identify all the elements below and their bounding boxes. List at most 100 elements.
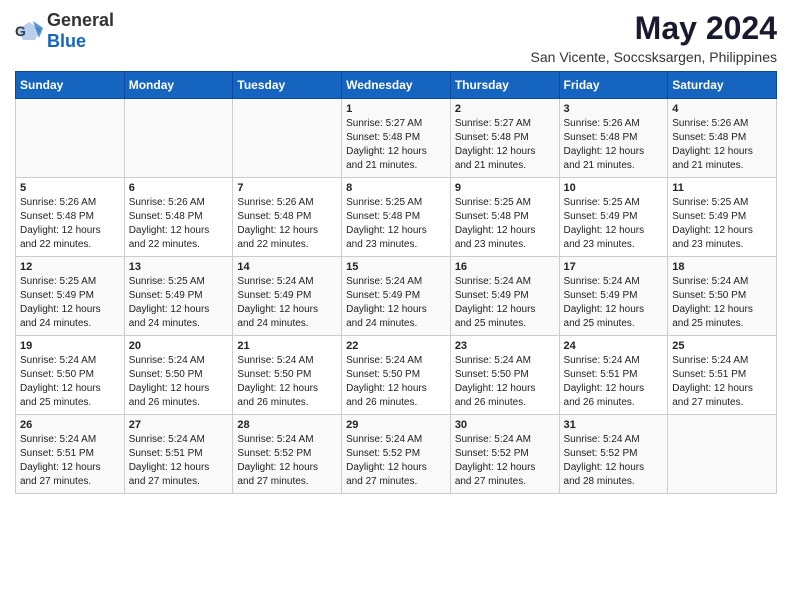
day-content: Sunrise: 5:24 AM Sunset: 5:52 PM Dayligh… (346, 433, 446, 489)
calendar-cell (668, 415, 777, 494)
day-number: 7 (237, 182, 337, 194)
day-content: Sunrise: 5:25 AM Sunset: 5:49 PM Dayligh… (672, 196, 772, 252)
day-content: Sunrise: 5:26 AM Sunset: 5:48 PM Dayligh… (564, 117, 664, 173)
day-content: Sunrise: 5:24 AM Sunset: 5:50 PM Dayligh… (346, 354, 446, 410)
day-content: Sunrise: 5:25 AM Sunset: 5:49 PM Dayligh… (564, 196, 664, 252)
day-number: 6 (129, 182, 229, 194)
day-content: Sunrise: 5:24 AM Sunset: 5:50 PM Dayligh… (129, 354, 229, 410)
day-header-saturday: Saturday (668, 72, 777, 99)
calendar-cell: 7 Sunrise: 5:26 AM Sunset: 5:48 PM Daylig… (233, 178, 342, 257)
calendar-cell: 23 Sunrise: 5:24 AM Sunset: 5:50 PM Dayli… (450, 336, 559, 415)
calendar-header-row: SundayMondayTuesdayWednesdayThursdayFrid… (16, 72, 777, 99)
day-number: 21 (237, 340, 337, 352)
day-content: Sunrise: 5:26 AM Sunset: 5:48 PM Dayligh… (129, 196, 229, 252)
calendar-cell: 20 Sunrise: 5:24 AM Sunset: 5:50 PM Dayli… (124, 336, 233, 415)
calendar-cell: 29 Sunrise: 5:24 AM Sunset: 5:52 PM Dayli… (342, 415, 451, 494)
day-number: 17 (564, 261, 664, 273)
logo-text: General Blue (47, 10, 114, 52)
calendar-cell: 30 Sunrise: 5:24 AM Sunset: 5:52 PM Dayli… (450, 415, 559, 494)
calendar-cell: 31 Sunrise: 5:24 AM Sunset: 5:52 PM Dayli… (559, 415, 668, 494)
day-content: Sunrise: 5:24 AM Sunset: 5:49 PM Dayligh… (237, 275, 337, 331)
calendar-cell: 11 Sunrise: 5:25 AM Sunset: 5:49 PM Dayli… (668, 178, 777, 257)
calendar-cell: 26Sunrise: 5:24 AM Sunset: 5:51 PM Dayli… (16, 415, 125, 494)
day-header-thursday: Thursday (450, 72, 559, 99)
day-number: 16 (455, 261, 555, 273)
calendar-cell: 10 Sunrise: 5:25 AM Sunset: 5:49 PM Dayli… (559, 178, 668, 257)
day-number: 3 (564, 103, 664, 115)
day-header-monday: Monday (124, 72, 233, 99)
calendar-cell: 8Sunrise: 5:25 AM Sunset: 5:48 PM Daylig… (342, 178, 451, 257)
page-header: G General Blue May 2024 San Vicente, Soc… (15, 10, 777, 65)
day-number: 9 (455, 182, 555, 194)
calendar-week-5: 26Sunrise: 5:24 AM Sunset: 5:51 PM Dayli… (16, 415, 777, 494)
day-content: Sunrise: 5:26 AM Sunset: 5:48 PM Dayligh… (237, 196, 337, 252)
day-content: Sunrise: 5:24 AM Sunset: 5:52 PM Dayligh… (237, 433, 337, 489)
day-content: Sunrise: 5:26 AM Sunset: 5:48 PM Dayligh… (20, 196, 120, 252)
day-header-sunday: Sunday (16, 72, 125, 99)
calendar-cell: 12 Sunrise: 5:25 AM Sunset: 5:49 PM Dayli… (16, 257, 125, 336)
logo-general: General (47, 10, 114, 30)
day-content: Sunrise: 5:27 AM Sunset: 5:48 PM Dayligh… (346, 117, 446, 173)
subtitle: San Vicente, Soccsksargen, Philippines (531, 49, 777, 65)
calendar-week-3: 12 Sunrise: 5:25 AM Sunset: 5:49 PM Dayli… (16, 257, 777, 336)
day-content: Sunrise: 5:25 AM Sunset: 5:49 PM Dayligh… (20, 275, 120, 331)
calendar-week-2: 5 Sunrise: 5:26 AM Sunset: 5:48 PM Daylig… (16, 178, 777, 257)
day-content: Sunrise: 5:25 AM Sunset: 5:49 PM Dayligh… (129, 275, 229, 331)
day-content: Sunrise: 5:24 AM Sunset: 5:52 PM Dayligh… (455, 433, 555, 489)
logo-blue: Blue (47, 31, 86, 51)
calendar-cell: 17 Sunrise: 5:24 AM Sunset: 5:49 PM Dayli… (559, 257, 668, 336)
calendar-cell: 3 Sunrise: 5:26 AM Sunset: 5:48 PM Daylig… (559, 99, 668, 178)
calendar-cell: 6 Sunrise: 5:26 AM Sunset: 5:48 PM Daylig… (124, 178, 233, 257)
calendar-cell: 4 Sunrise: 5:26 AM Sunset: 5:48 PM Daylig… (668, 99, 777, 178)
day-number: 13 (129, 261, 229, 273)
calendar-cell: 15 Sunrise: 5:24 AM Sunset: 5:49 PM Dayli… (342, 257, 451, 336)
day-content: Sunrise: 5:27 AM Sunset: 5:48 PM Dayligh… (455, 117, 555, 173)
day-number: 14 (237, 261, 337, 273)
calendar-cell (233, 99, 342, 178)
day-number: 24 (564, 340, 664, 352)
day-number: 4 (672, 103, 772, 115)
day-content: Sunrise: 5:24 AM Sunset: 5:49 PM Dayligh… (346, 275, 446, 331)
day-content: Sunrise: 5:24 AM Sunset: 5:50 PM Dayligh… (455, 354, 555, 410)
day-number: 25 (672, 340, 772, 352)
calendar-cell: 1 Sunrise: 5:27 AM Sunset: 5:48 PM Daylig… (342, 99, 451, 178)
day-number: 1 (346, 103, 446, 115)
calendar-cell: 5 Sunrise: 5:26 AM Sunset: 5:48 PM Daylig… (16, 178, 125, 257)
day-number: 27 (129, 419, 229, 431)
calendar-cell: 2 Sunrise: 5:27 AM Sunset: 5:48 PM Daylig… (450, 99, 559, 178)
main-title: May 2024 (531, 10, 777, 47)
calendar-cell (16, 99, 125, 178)
day-content: Sunrise: 5:25 AM Sunset: 5:48 PM Dayligh… (455, 196, 555, 252)
day-number: 20 (129, 340, 229, 352)
day-number: 2 (455, 103, 555, 115)
day-content: Sunrise: 5:24 AM Sunset: 5:52 PM Dayligh… (564, 433, 664, 489)
day-number: 23 (455, 340, 555, 352)
day-number: 29 (346, 419, 446, 431)
day-content: Sunrise: 5:24 AM Sunset: 5:51 PM Dayligh… (129, 433, 229, 489)
day-content: Sunrise: 5:24 AM Sunset: 5:50 PM Dayligh… (237, 354, 337, 410)
day-number: 31 (564, 419, 664, 431)
day-number: 10 (564, 182, 664, 194)
calendar-cell: 21 Sunrise: 5:24 AM Sunset: 5:50 PM Dayli… (233, 336, 342, 415)
day-number: 28 (237, 419, 337, 431)
day-number: 5 (20, 182, 120, 194)
calendar-cell: 25 Sunrise: 5:24 AM Sunset: 5:51 PM Dayli… (668, 336, 777, 415)
day-content: Sunrise: 5:24 AM Sunset: 5:51 PM Dayligh… (672, 354, 772, 410)
day-number: 12 (20, 261, 120, 273)
day-header-friday: Friday (559, 72, 668, 99)
calendar-cell: 27 Sunrise: 5:24 AM Sunset: 5:51 PM Dayli… (124, 415, 233, 494)
day-content: Sunrise: 5:24 AM Sunset: 5:51 PM Dayligh… (20, 433, 120, 489)
day-number: 30 (455, 419, 555, 431)
calendar-table: SundayMondayTuesdayWednesdayThursdayFrid… (15, 71, 777, 494)
day-number: 11 (672, 182, 772, 194)
day-content: Sunrise: 5:24 AM Sunset: 5:49 PM Dayligh… (564, 275, 664, 331)
calendar-cell: 14 Sunrise: 5:24 AM Sunset: 5:49 PM Dayli… (233, 257, 342, 336)
title-block: May 2024 San Vicente, Soccsksargen, Phil… (531, 10, 777, 65)
day-number: 15 (346, 261, 446, 273)
calendar-cell (124, 99, 233, 178)
calendar-cell: 16 Sunrise: 5:24 AM Sunset: 5:49 PM Dayli… (450, 257, 559, 336)
logo: G General Blue (15, 10, 114, 52)
day-content: Sunrise: 5:24 AM Sunset: 5:49 PM Dayligh… (455, 275, 555, 331)
calendar-cell: 19Sunrise: 5:24 AM Sunset: 5:50 PM Dayli… (16, 336, 125, 415)
day-content: Sunrise: 5:26 AM Sunset: 5:48 PM Dayligh… (672, 117, 772, 173)
